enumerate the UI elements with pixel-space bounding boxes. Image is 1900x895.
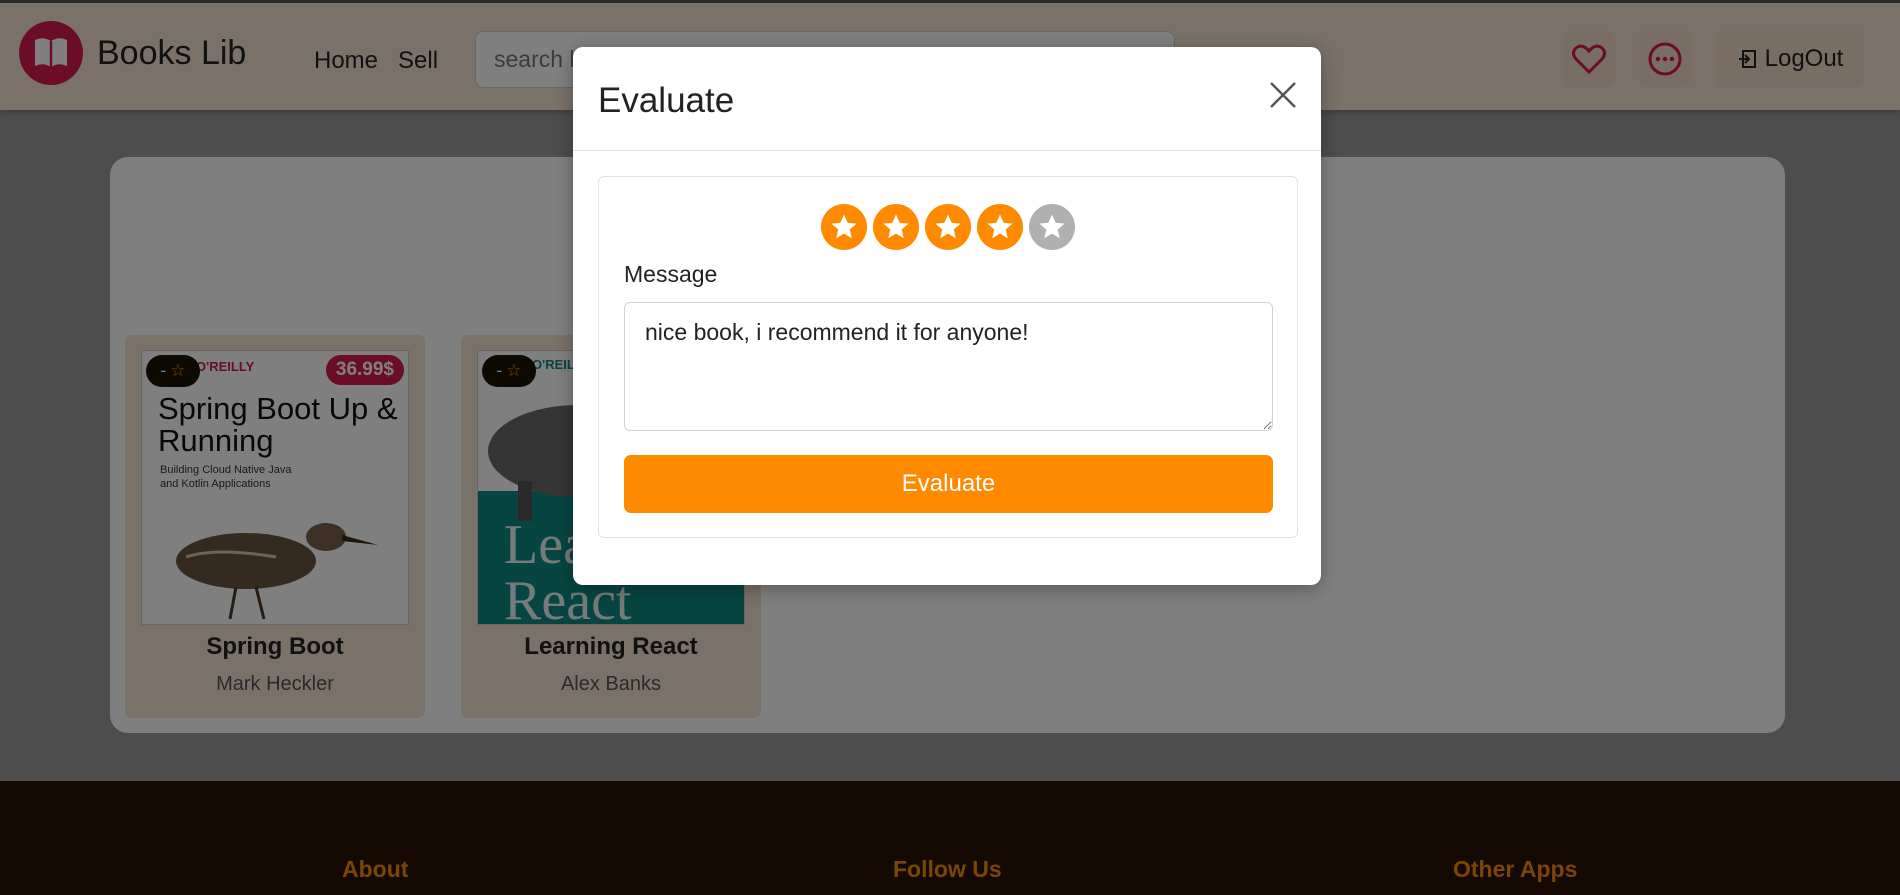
star-icon xyxy=(935,214,961,239)
message-textarea[interactable]: nice book, i recommend it for anyone! xyxy=(624,302,1273,431)
message-label: Message xyxy=(624,261,718,287)
star-rating-1[interactable] xyxy=(821,204,867,250)
modal-header: Evaluate xyxy=(573,47,1321,151)
star-rating-4[interactable] xyxy=(977,204,1023,250)
evaluate-button[interactable]: Evaluate xyxy=(624,455,1273,513)
star-icon xyxy=(987,214,1013,239)
star-rating-2[interactable] xyxy=(873,204,919,250)
modal-title: Evaluate xyxy=(598,81,735,120)
star-icon xyxy=(883,214,909,239)
star-rating-5[interactable] xyxy=(1029,204,1075,250)
evaluation-form: Message nice book, i recommend it for an… xyxy=(598,176,1298,538)
close-button[interactable] xyxy=(1263,75,1303,115)
star-icon xyxy=(1039,214,1065,239)
star-rating xyxy=(599,204,1297,250)
star-rating-3[interactable] xyxy=(925,204,971,250)
star-icon xyxy=(831,214,857,239)
evaluate-modal: Evaluate Message nice book, i recommend … xyxy=(573,47,1321,585)
close-icon xyxy=(1270,82,1296,108)
